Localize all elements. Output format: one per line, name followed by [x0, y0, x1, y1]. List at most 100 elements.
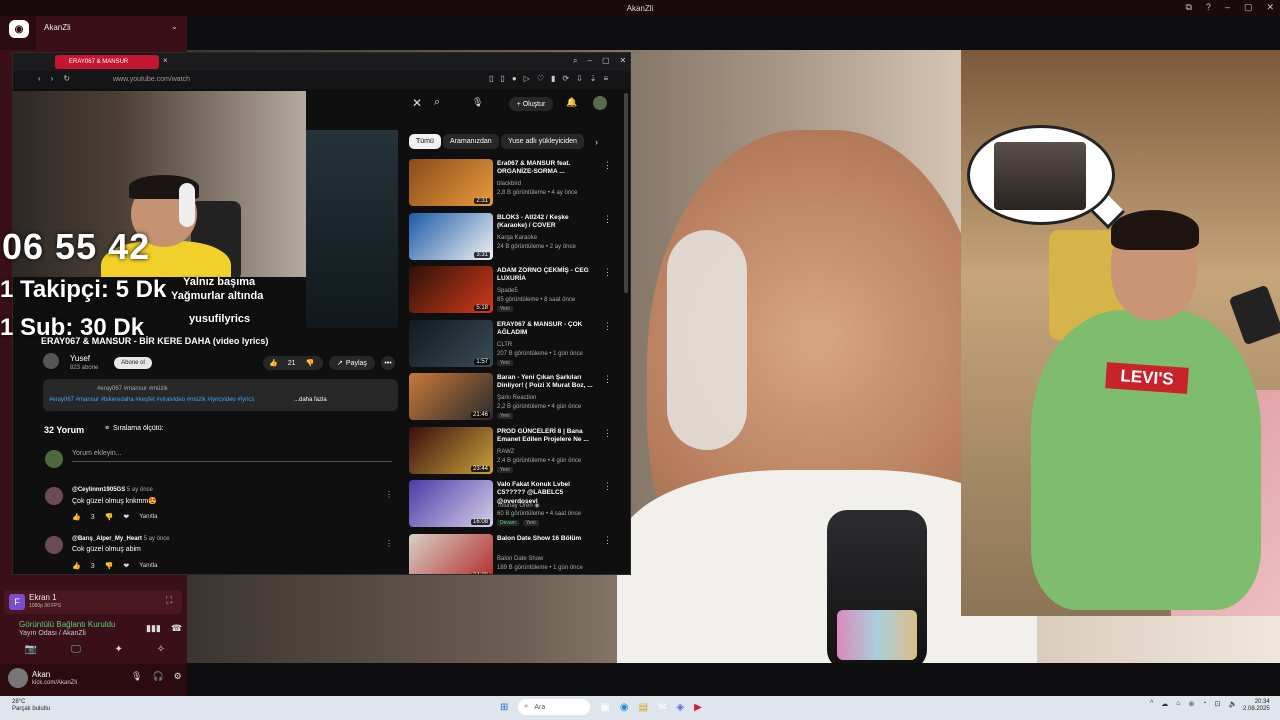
video-title[interactable]: PROD GÜNCELERİ 8 | Bana Emanet Edilen Pr…: [497, 428, 597, 445]
discord-icon[interactable]: ◈: [676, 702, 684, 713]
screenshot-icon[interactable]: ▯: [489, 74, 493, 83]
minimize-icon[interactable]: –: [587, 56, 591, 66]
mail-icon[interactable]: ✉: [658, 702, 666, 713]
search-icon[interactable]: ⌕: [573, 56, 577, 66]
network-icon[interactable]: ⊛: [1189, 700, 1195, 708]
reload-icon[interactable]: ↻: [63, 74, 70, 83]
system-clock[interactable]: 20:34 2.08.2025: [1243, 699, 1270, 713]
tab-icon[interactable]: ▯: [500, 74, 504, 83]
thumbs-up-icon[interactable]: 👍: [269, 359, 278, 367]
comment-user[interactable]: @Barış_Alper_My_Heart 5 ay önce: [72, 536, 170, 542]
channel-avatar[interactable]: [43, 353, 59, 369]
more-options-icon[interactable]: ⋮: [603, 160, 612, 171]
sort-button[interactable]: ≡ Sıralama ölçütü:: [105, 425, 164, 432]
thumbs-down-icon[interactable]: 👎: [105, 513, 114, 521]
soundboard-icon[interactable]: ✧: [157, 644, 165, 660]
thumbs-up-icon[interactable]: 👍: [72, 513, 81, 521]
heart-icon[interactable]: ♡: [537, 74, 544, 83]
video-thumbnail[interactable]: 2:31: [409, 159, 493, 206]
chip-from-search[interactable]: Aramanızdan: [443, 134, 499, 149]
search-input[interactable]: ⌕ Ara: [518, 699, 591, 715]
display-icon[interactable]: ⊡: [1215, 700, 1221, 708]
edge-icon[interactable]: ◉: [620, 702, 629, 713]
more-options-icon[interactable]: ⋮: [603, 481, 612, 492]
mic-icon[interactable]: 🎙: [472, 97, 483, 108]
video-title[interactable]: Era067 & MANSUR feat. ORGANİZE-SORMA ...: [497, 160, 597, 177]
disconnect-icon[interactable]: ☎: [171, 623, 182, 634]
gear-icon[interactable]: ⚙: [174, 671, 182, 682]
mic-icon[interactable]: 🎙: [131, 671, 142, 682]
minimize-icon[interactable]: –: [1225, 2, 1230, 13]
show-more-link[interactable]: ...daha fazla: [294, 397, 327, 403]
video-channel[interactable]: Şarkı Reaction: [497, 395, 536, 401]
video-channel[interactable]: CLTR: [497, 342, 512, 348]
start-icon[interactable]: ⊞: [500, 702, 508, 713]
more-options-icon[interactable]: ⋮: [385, 490, 393, 499]
thumbs-down-icon[interactable]: 👎: [306, 359, 315, 367]
avatar[interactable]: [8, 668, 28, 688]
media-icon[interactable]: ▶: [694, 702, 702, 713]
home-icon[interactable]: ⌂: [1176, 700, 1180, 708]
save-icon[interactable]: ⇣: [590, 74, 597, 83]
cloud-icon[interactable]: ☁: [1161, 700, 1168, 708]
video-title[interactable]: ERAY067 & MANSUR - ÇOK AĞLADIM: [497, 321, 597, 338]
record-icon[interactable]: ●: [512, 74, 517, 83]
close-icon[interactable]: ✕: [1266, 2, 1274, 13]
screen-share-icon[interactable]: 🖵: [71, 644, 81, 660]
chip-all[interactable]: Tümü: [409, 134, 441, 149]
help-icon[interactable]: ?: [1206, 2, 1211, 13]
browser-tab[interactable]: ERAY067 & MANSUR: [55, 55, 159, 69]
chevron-down-icon[interactable]: ⌄: [171, 22, 178, 31]
video-channel[interactable]: Balon Date Show: [497, 556, 543, 562]
like-button[interactable]: 👍 21 👎: [263, 356, 323, 370]
chevron-right-icon[interactable]: ›: [595, 137, 598, 147]
download-icon[interactable]: ⇩: [576, 74, 583, 83]
more-options-icon[interactable]: ⋮: [603, 428, 612, 439]
play-icon[interactable]: ▷: [524, 74, 530, 83]
share-button[interactable]: ↗ Paylaş: [329, 356, 375, 370]
scrollbar[interactable]: [624, 93, 628, 293]
more-options-icon[interactable]: ⋮: [603, 535, 612, 546]
fullscreen-icon[interactable]: ⛶: [166, 595, 172, 606]
video-thumbnail[interactable]: 34:39: [409, 533, 493, 574]
user-name[interactable]: Akan: [32, 670, 50, 679]
video-channel[interactable]: RAWZ: [497, 449, 514, 455]
thumbs-up-icon[interactable]: 👍: [72, 562, 81, 570]
maximize-icon[interactable]: ▢: [1244, 2, 1253, 13]
tab-close-icon[interactable]: ×: [163, 56, 168, 65]
discord-logo-icon[interactable]: ◉: [9, 20, 29, 38]
video-channel[interactable]: Tolunay Ören ◉: [497, 502, 540, 509]
video-channel[interactable]: Karga Karaoke: [497, 235, 537, 241]
task-view-icon[interactable]: ▣: [600, 702, 609, 713]
more-options-icon[interactable]: •••: [381, 356, 395, 370]
maximize-icon[interactable]: ▢: [602, 56, 610, 66]
comment-user[interactable]: @Ceylinnn1905GS 5 ay önce: [72, 487, 153, 493]
more-options-icon[interactable]: ⋮: [603, 214, 612, 225]
subscribe-button[interactable]: Abone ol: [114, 357, 152, 369]
video-title[interactable]: BLOK3 - Atl242 / Keşke (Karaoke) / COVER: [497, 214, 597, 231]
activity-icon[interactable]: ✦: [115, 644, 123, 660]
thumbs-down-icon[interactable]: 👎: [105, 562, 114, 570]
file-explorer-icon[interactable]: ▤: [639, 702, 648, 713]
weather-widget[interactable]: 28°C Parçalı bulutlu: [12, 699, 50, 712]
reply-button[interactable]: Yanıtla: [139, 563, 157, 569]
back-icon[interactable]: ‹: [38, 74, 41, 83]
video-thumbnail[interactable]: 1:57: [409, 319, 493, 367]
comment-username[interactable]: @Ceylinnn1905GS: [72, 487, 125, 493]
headphones-icon[interactable]: 🎧: [152, 671, 163, 682]
sync-icon[interactable]: ⟳: [562, 74, 569, 83]
comment-avatar[interactable]: [45, 487, 63, 505]
chip-from-uploader[interactable]: Yuse adlı yükleyiciden: [501, 134, 584, 149]
bell-icon[interactable]: 🔔: [566, 97, 577, 108]
video-thumbnail[interactable]: 5:18: [409, 266, 493, 313]
clear-search-icon[interactable]: ✕: [412, 96, 422, 110]
description-box[interactable]: [43, 379, 398, 411]
video-title[interactable]: Baran - Yeni Çıkan Şarkıları Dinliyor! (…: [497, 374, 597, 391]
volume-icon[interactable]: 🔈: [1229, 700, 1238, 708]
comment-input[interactable]: Yorum ekleyin...: [72, 450, 392, 462]
create-button[interactable]: + Oluştur: [509, 97, 553, 111]
camera-icon[interactable]: 📷: [25, 644, 37, 660]
video-player[interactable]: [306, 130, 398, 328]
video-thumbnail[interactable]: 21:46: [409, 373, 493, 420]
video-channel[interactable]: Spade5: [497, 288, 518, 294]
